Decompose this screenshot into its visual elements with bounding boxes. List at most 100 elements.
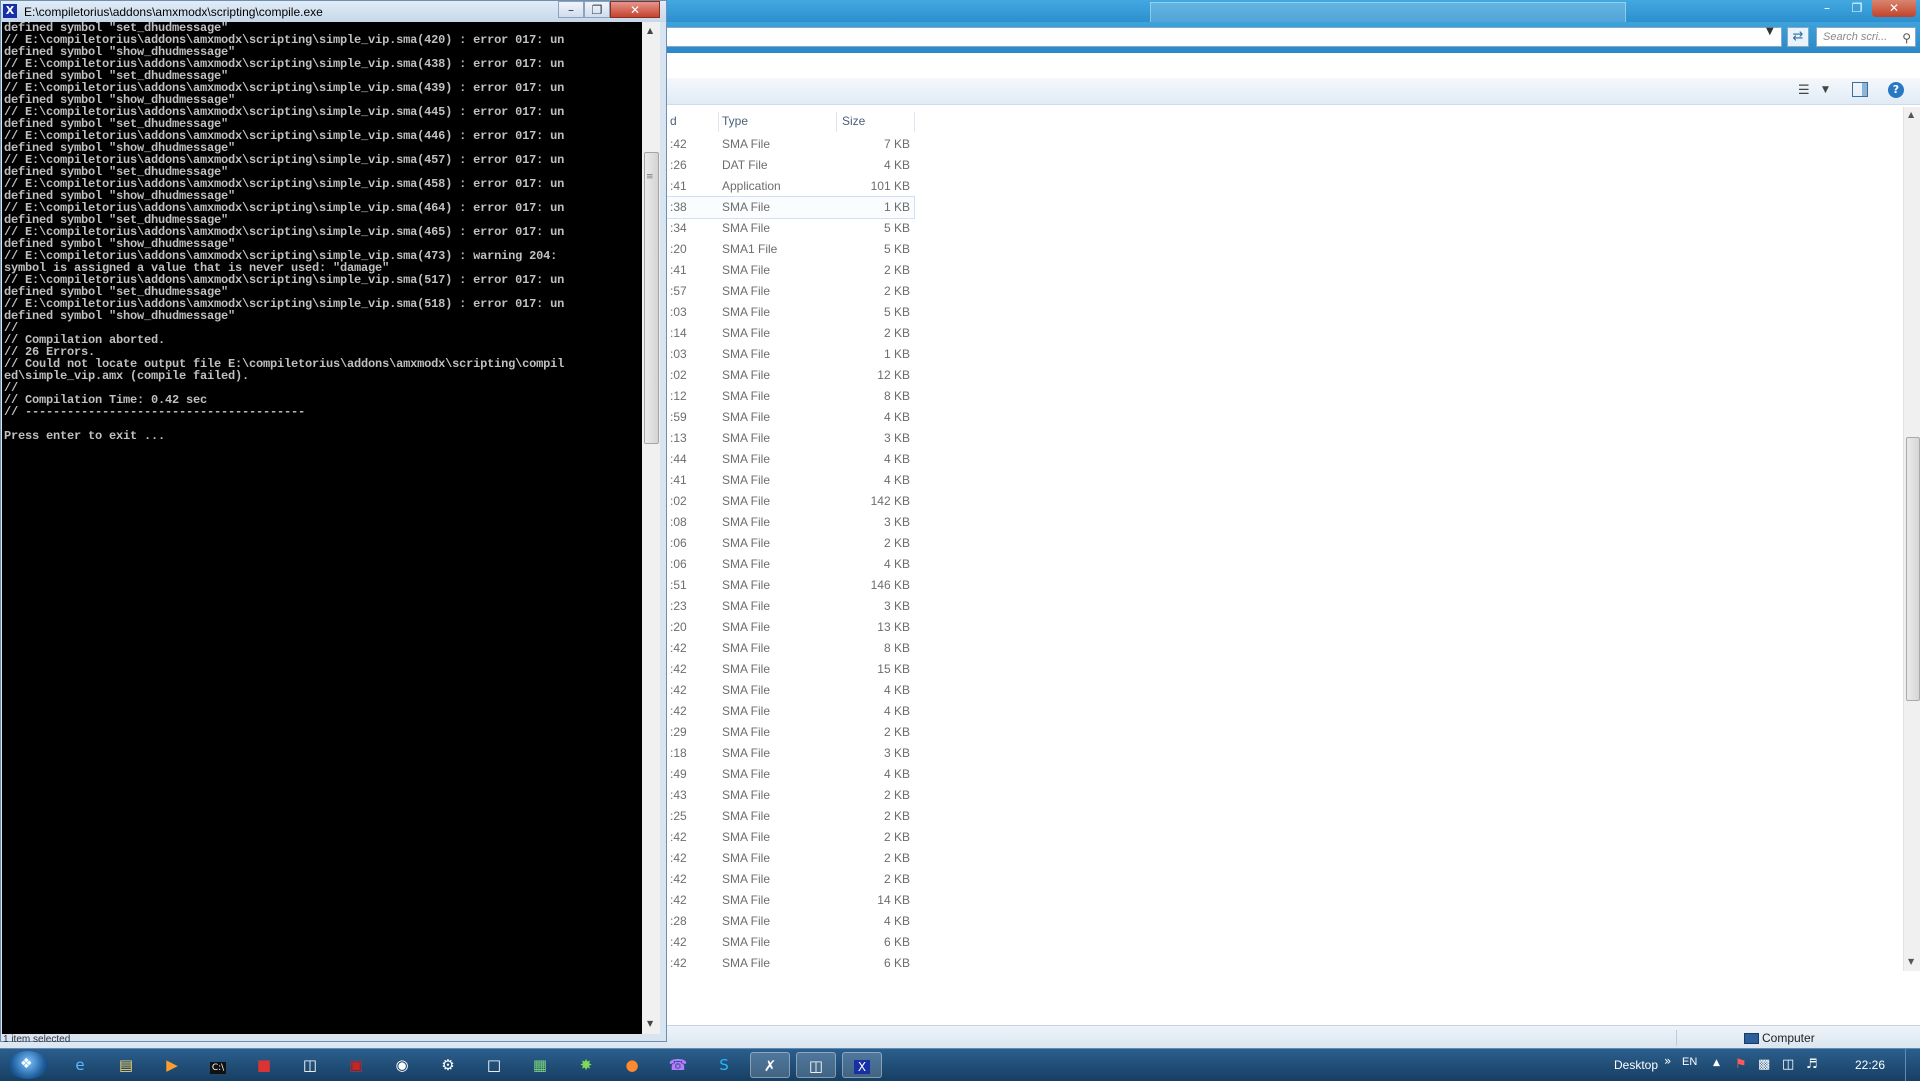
column-size[interactable]: Size: [842, 114, 865, 128]
file-row[interactable]: :41 SMA File 4 KB: [664, 470, 914, 491]
language-indicator[interactable]: EN: [1682, 1056, 1697, 1068]
taskbar-compile-icon[interactable]: X: [842, 1052, 882, 1078]
file-row[interactable]: :06 SMA File 4 KB: [664, 554, 914, 575]
file-row[interactable]: :26 DAT File 4 KB: [664, 155, 914, 176]
file-row[interactable]: :18 SMA File 3 KB: [664, 743, 914, 764]
taskbar-network-icon[interactable]: ◫: [290, 1052, 330, 1078]
search-input[interactable]: Search scri... ⚲: [1816, 27, 1916, 47]
file-row[interactable]: :42 SMA File 4 KB: [664, 680, 914, 701]
chevron-down-icon[interactable]: ▼: [1766, 26, 1774, 37]
start-button[interactable]: ❖: [8, 1051, 48, 1079]
taskbar-ie-icon[interactable]: e: [60, 1052, 100, 1078]
file-row[interactable]: :29 SMA File 2 KB: [664, 722, 914, 743]
tray-expand-icon[interactable]: ▲: [1713, 1058, 1720, 1068]
file-row[interactable]: :42 SMA File 2 KB: [664, 869, 914, 890]
file-row[interactable]: :57 SMA File 2 KB: [664, 281, 914, 302]
close-button[interactable]: ✕: [1872, 0, 1916, 17]
file-row[interactable]: :44 SMA File 4 KB: [664, 449, 914, 470]
scroll-down-icon[interactable]: ▼: [1908, 957, 1914, 966]
taskbar-firefox-icon[interactable]: ●: [612, 1052, 652, 1078]
console-scrollbar[interactable]: ▲ ≡ ▼: [642, 22, 660, 1034]
file-row[interactable]: :34 SMA File 5 KB: [664, 218, 914, 239]
help-icon[interactable]: ?: [1888, 82, 1904, 98]
refresh-button[interactable]: ⇄: [1787, 27, 1809, 47]
taskbar-steam-icon[interactable]: ⚙: [428, 1052, 468, 1078]
taskbar-app-icon[interactable]: ■: [244, 1052, 284, 1078]
file-row[interactable]: :20 SMA1 File 5 KB: [664, 239, 914, 260]
scrollbar-thumb[interactable]: [1906, 437, 1920, 701]
minimize-button[interactable]: –: [1812, 0, 1842, 17]
console-output[interactable]: defined symbol "set_dhudmessage"// E:\co…: [2, 22, 642, 1034]
file-row[interactable]: :20 SMA File 13 KB: [664, 617, 914, 638]
close-button[interactable]: ✕: [610, 1, 660, 18]
explorer-scrollbar[interactable]: ▲ ▼: [1903, 107, 1920, 971]
maximize-button[interactable]: ❐: [1842, 0, 1872, 17]
file-row[interactable]: :42 SMA File 6 KB: [664, 932, 914, 953]
search-icon[interactable]: ⚲: [1902, 29, 1911, 47]
file-row[interactable]: :12 SMA File 8 KB: [664, 386, 914, 407]
file-row[interactable]: :02 SMA File 12 KB: [664, 365, 914, 386]
scrollbar-thumb[interactable]: [644, 152, 659, 444]
file-row[interactable]: :02 SMA File 142 KB: [664, 491, 914, 512]
console-app-icon[interactable]: X: [3, 4, 17, 18]
file-row[interactable]: :23 SMA File 3 KB: [664, 596, 914, 617]
file-row[interactable]: :42 SMA File 15 KB: [664, 659, 914, 680]
file-row[interactable]: :38 SMA File 1 KB: [663, 196, 915, 219]
preview-pane-icon[interactable]: [1852, 82, 1868, 97]
file-row[interactable]: :42 SMA File 2 KB: [664, 848, 914, 869]
file-row[interactable]: :42 SMA File 2 KB: [664, 827, 914, 848]
file-row[interactable]: :51 SMA File 146 KB: [664, 575, 914, 596]
scroll-up-icon[interactable]: ▲: [1908, 110, 1914, 119]
scroll-up-icon[interactable]: ▲: [647, 26, 653, 35]
taskbar-cmd-icon[interactable]: C:\: [198, 1052, 238, 1078]
taskbar-explorer-icon[interactable]: ▤: [106, 1052, 146, 1078]
file-row[interactable]: :13 SMA File 3 KB: [664, 428, 914, 449]
column-separator[interactable]: [914, 112, 915, 132]
file-row[interactable]: :08 SMA File 3 KB: [664, 512, 914, 533]
taskbar-star-icon[interactable]: ✸: [566, 1052, 606, 1078]
file-row[interactable]: :42 SMA File 6 KB: [664, 953, 914, 974]
chevron-down-icon[interactable]: ▼: [1822, 85, 1829, 95]
taskbar-calculator-icon[interactable]: ▦: [520, 1052, 560, 1078]
tray-volume-icon[interactable]: ♬: [1806, 1057, 1818, 1072]
taskbar-notepad-icon[interactable]: □: [474, 1052, 514, 1078]
taskbar-viber-icon[interactable]: ☎: [658, 1052, 698, 1078]
file-row[interactable]: :28 SMA File 4 KB: [664, 911, 914, 932]
tray-clock[interactable]: 22:26: [1855, 1058, 1885, 1072]
scroll-down-icon[interactable]: ▼: [647, 1019, 653, 1028]
column-separator[interactable]: [836, 112, 837, 132]
file-row[interactable]: :03 SMA File 1 KB: [664, 344, 914, 365]
file-row[interactable]: :14 SMA File 2 KB: [664, 323, 914, 344]
file-row[interactable]: :43 SMA File 2 KB: [664, 785, 914, 806]
file-row[interactable]: :25 SMA File 2 KB: [664, 806, 914, 827]
desktop-toolbar-label[interactable]: Desktop: [1614, 1058, 1658, 1072]
file-row[interactable]: :49 SMA File 4 KB: [664, 764, 914, 785]
column-type[interactable]: Type: [722, 114, 748, 128]
tray-app-icon[interactable]: ▩: [1758, 1057, 1770, 1072]
taskbar-cs-icon[interactable]: ✗: [750, 1052, 790, 1078]
minimize-button[interactable]: –: [558, 1, 584, 18]
file-row[interactable]: :41 Application 101 KB: [664, 176, 914, 197]
taskbar-network-2-icon[interactable]: ◫: [796, 1052, 836, 1078]
chevron-right-icon[interactable]: »: [1664, 1054, 1671, 1068]
tray-flag-icon[interactable]: ⚑: [1735, 1057, 1747, 1072]
taskbar-disc-icon[interactable]: ◉: [382, 1052, 422, 1078]
file-row[interactable]: :42 SMA File 8 KB: [664, 638, 914, 659]
taskbar-skype-icon[interactable]: S: [704, 1052, 744, 1078]
console-titlebar[interactable]: X E:\compiletorius\addons\amxmodx\script…: [1, 1, 666, 22]
taskbar-filezilla-icon[interactable]: ▣: [336, 1052, 376, 1078]
tray-network-icon[interactable]: ◫: [1782, 1057, 1794, 1072]
show-desktop-button[interactable]: [1905, 1049, 1920, 1081]
taskbar-media-player-icon[interactable]: ▶: [152, 1052, 192, 1078]
file-row[interactable]: :59 SMA File 4 KB: [664, 407, 914, 428]
file-row[interactable]: :42 SMA File 14 KB: [664, 890, 914, 911]
file-row[interactable]: :42 SMA File 7 KB: [664, 134, 914, 155]
file-row[interactable]: :42 SMA File 4 KB: [664, 701, 914, 722]
column-separator[interactable]: [718, 112, 719, 132]
file-row[interactable]: :03 SMA File 5 KB: [664, 302, 914, 323]
view-options-icon[interactable]: ☰: [1798, 83, 1810, 98]
maximize-button[interactable]: ❐: [584, 1, 610, 18]
column-date-modified[interactable]: d: [670, 114, 677, 128]
file-row[interactable]: :06 SMA File 2 KB: [664, 533, 914, 554]
file-row[interactable]: :41 SMA File 2 KB: [664, 260, 914, 281]
